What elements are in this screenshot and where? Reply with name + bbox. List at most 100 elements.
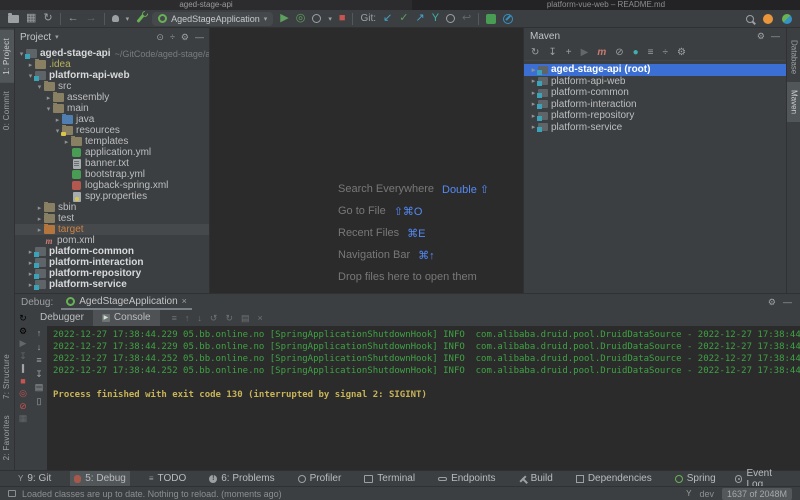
stop-button[interactable]: ■ (339, 13, 346, 24)
close-icon[interactable]: × (182, 296, 187, 306)
maven-toolbar-icon[interactable]: m (597, 48, 606, 58)
project-tree-row[interactable]: ▾ resources (15, 125, 209, 136)
tab-debugger[interactable]: Debugger (31, 310, 93, 326)
maven-tree-row[interactable]: ▸ platform-interaction (524, 99, 786, 111)
console-toolbar-icon[interactable]: ≡ (172, 314, 177, 323)
console-toolbar-icon[interactable]: ↻ (225, 314, 233, 323)
plugin-duo-icon[interactable] (782, 14, 792, 24)
project-tree-row[interactable]: m pom.xml (15, 235, 209, 246)
sync-icon[interactable]: ↻ (43, 13, 52, 24)
project-structure-icon[interactable] (137, 14, 145, 23)
plugin-blue-icon[interactable] (503, 14, 513, 24)
panel-settings-icon[interactable]: ⚙ (757, 31, 765, 42)
project-tree-row[interactable]: ▾ main (15, 103, 209, 114)
project-tree-row[interactable]: ▸ sbin (15, 202, 209, 213)
toolwindow-profiler[interactable]: Profiler (294, 471, 346, 487)
debug-action-icon[interactable]: ∥ (21, 364, 26, 373)
run-more-dropdown-icon[interactable]: ▾ (328, 15, 332, 23)
maven-toolbar-icon[interactable]: ● (633, 48, 639, 58)
tab-console[interactable]: ▶ Console (93, 310, 160, 326)
project-tree-row[interactable]: ▾ aged-stage-api ~/GitCode/aged-stage/ag… (15, 48, 209, 59)
save-all-icon[interactable]: ▦ (26, 13, 36, 24)
toolwindow-endpoints[interactable]: Endpoints (434, 471, 499, 487)
tree-chevron-icon[interactable]: ▸ (53, 116, 62, 124)
git-history-icon[interactable] (446, 14, 455, 23)
project-tree-row[interactable]: ▸ platform-repository (15, 268, 209, 279)
git-rollback-icon[interactable]: ↩ (462, 13, 471, 24)
project-tree-row[interactable]: ▸ java (15, 114, 209, 125)
console-toolbar-icon[interactable]: ↓ (197, 314, 202, 323)
sidebar-tab-commit[interactable]: 0: Commit (0, 83, 14, 138)
maven-toolbar-icon[interactable]: ⊘ (615, 48, 623, 58)
debug-action-icon[interactable]: ↻ (19, 314, 27, 323)
panel-settings-icon[interactable]: ⚙ (768, 297, 776, 308)
toolwindow-git[interactable]: Y 9: Git (14, 471, 55, 487)
maven-toolbar-icon[interactable]: ↧ (548, 48, 556, 58)
maven-tree-row[interactable]: ▸ platform-api-web (524, 76, 786, 88)
sidebar-tab-database[interactable]: Database (787, 32, 800, 82)
maven-toolbar-icon[interactable]: ↻ (531, 48, 539, 58)
toolwindow-terminal[interactable]: Terminal (360, 471, 419, 487)
console-gutter-icon[interactable]: ≡ (36, 356, 41, 365)
project-tree-row[interactable]: ▸ platform-service (15, 279, 209, 290)
project-tree-row[interactable]: spy.properties (15, 191, 209, 202)
debug-action-icon[interactable]: ⊘ (19, 402, 27, 411)
project-view-dropdown-icon[interactable]: ▾ (55, 33, 59, 41)
console-toolbar-icon[interactable]: ↺ (210, 314, 218, 323)
debug-action-icon[interactable]: ◎ (19, 389, 27, 398)
toolwindow-build[interactable]: Build (515, 471, 557, 487)
panel-settings-icon[interactable]: ⚙ (181, 32, 189, 43)
project-tree-row[interactable]: ▸ platform-interaction (15, 257, 209, 268)
plugin-green-icon[interactable] (486, 14, 496, 24)
git-push-icon[interactable]: ↗ (415, 13, 424, 24)
toolwindow-debug[interactable]: 5: Debug (70, 471, 130, 487)
sidebar-tab-structure[interactable]: 7: Structure (0, 346, 14, 407)
project-panel-title[interactable]: Project (20, 32, 51, 43)
tree-chevron-icon[interactable]: ▾ (35, 83, 44, 91)
toolwindow-todo[interactable]: ≡ TODO (145, 471, 190, 487)
hide-panel-icon[interactable]: — (195, 32, 204, 43)
maven-toolbar-icon[interactable]: ≡ (648, 48, 654, 58)
toolwindow-spring[interactable]: Spring (671, 471, 720, 487)
forward-icon[interactable]: → (86, 13, 97, 24)
project-tree-row[interactable]: ▸ templates (15, 136, 209, 147)
maven-tree-row[interactable]: ▸ platform-repository (524, 110, 786, 122)
locate-file-icon[interactable]: ⊙ (156, 32, 164, 43)
console-gutter-icon[interactable]: ↧ (35, 370, 43, 379)
profile-dropdown-icon[interactable]: ▾ (126, 15, 130, 23)
tree-chevron-icon[interactable]: ▸ (35, 204, 44, 212)
project-tree-row[interactable]: application.yml (15, 147, 209, 158)
debug-session-tab[interactable]: AgedStageApplication × (61, 294, 192, 310)
maven-toolbar-icon[interactable]: ÷ (663, 48, 669, 58)
console-gutter-icon[interactable]: ↓ (37, 343, 42, 352)
maven-toolbar-icon[interactable]: ⚙ (677, 48, 686, 58)
tree-chevron-icon[interactable]: ▸ (44, 94, 53, 102)
tree-chevron-icon[interactable]: ▾ (44, 105, 53, 113)
plugin-orange-icon[interactable] (763, 14, 773, 24)
project-tree-row[interactable]: ▸ assembly (15, 92, 209, 103)
tree-chevron-icon[interactable]: ▸ (35, 215, 44, 223)
debug-action-icon[interactable]: ■ (20, 377, 25, 386)
console-toolbar-icon[interactable]: ▤ (241, 314, 250, 323)
git-merge-icon[interactable]: Y (432, 13, 439, 24)
project-tree-row[interactable]: ▸ platform-common (15, 246, 209, 257)
status-notification-icon[interactable] (8, 490, 16, 497)
hide-panel-icon[interactable]: — (783, 297, 792, 308)
toolwindow-dependencies[interactable]: Dependencies (572, 471, 656, 487)
project-tree-row[interactable]: logback-spring.xml (15, 180, 209, 191)
sidebar-tab-maven[interactable]: Maven (787, 82, 800, 122)
console-output[interactable]: 2022-12-27 17:38:44.210 05.bb.online.no … (47, 326, 800, 470)
git-commit-icon[interactable]: ✓ (399, 13, 408, 24)
collapse-all-icon[interactable]: ÷ (170, 32, 175, 43)
tree-chevron-icon[interactable]: ▸ (26, 61, 35, 69)
git-update-icon[interactable]: ↙ (383, 13, 392, 24)
project-tree-row[interactable]: banner.txt (15, 158, 209, 169)
maven-tree-row[interactable]: ▸ platform-service (524, 122, 786, 134)
sidebar-tab-favorites[interactable]: 2: Favorites (0, 407, 14, 468)
sidebar-tab-project[interactable]: 1: Project (0, 30, 14, 83)
debug-action-icon[interactable]: ↧ (19, 352, 27, 361)
maven-toolbar-icon[interactable]: + (566, 48, 572, 58)
tree-chevron-icon[interactable]: ▸ (62, 138, 71, 146)
run-configuration-select[interactable]: AgedStageApplication ▾ (152, 12, 273, 26)
memory-indicator[interactable]: 1637 of 2048M (722, 488, 792, 500)
